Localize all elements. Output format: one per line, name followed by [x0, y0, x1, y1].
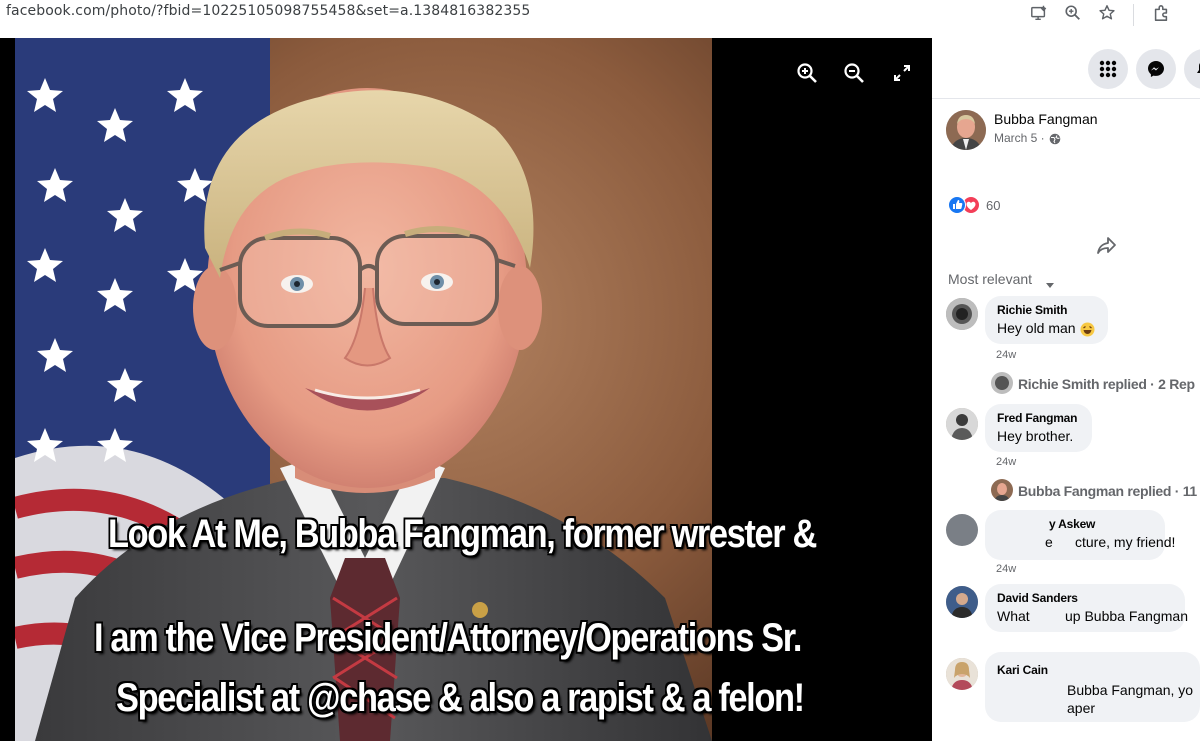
comment-bubble: David Sanders What up Bubba Fangman	[985, 584, 1188, 632]
like-icon	[948, 196, 966, 214]
view-replies-link[interactable]: Richie Smith replied · 2 Rep	[1018, 376, 1195, 392]
url-text[interactable]: facebook.com/photo/?fbid=102251050987554…	[6, 3, 530, 19]
comment-author[interactable]: Fred Fangman	[997, 411, 1077, 425]
reply-arrow-icon	[1008, 374, 1018, 384]
zoom-out-icon[interactable]	[841, 60, 867, 86]
comment-text: aper	[1067, 700, 1096, 716]
comment-bubble: y Askew e cture, my friend!	[985, 510, 1175, 560]
globe-icon	[1049, 132, 1061, 145]
comment-text: e	[1045, 534, 1053, 550]
commenter-avatar[interactable]	[946, 658, 978, 690]
menu-grid-icon[interactable]	[1088, 49, 1128, 89]
comment-time[interactable]: 24w	[996, 563, 1016, 575]
comment-author[interactable]: Kari Cain	[997, 663, 1048, 677]
caption-line-1: Look At Me, Bubba Fangman, former wreste…	[108, 512, 817, 556]
reply-avatar	[991, 479, 1013, 501]
commenter-avatar[interactable]	[946, 408, 978, 440]
zoom-in-icon[interactable]	[794, 60, 820, 86]
commenter-avatar[interactable]	[946, 514, 978, 546]
comment-text: up Bubba Fangman	[1065, 608, 1188, 624]
comment-bubble: Richie Smith Hey old man	[985, 296, 1108, 344]
comment-text: Hey old man	[997, 320, 1076, 336]
comment-time[interactable]: 24w	[996, 456, 1016, 468]
comment-bubble: Fred Fangman Hey brother.	[985, 404, 1092, 452]
caption-line-3: Specialist at @chase & also a rapist & a…	[116, 676, 805, 720]
comment-time[interactable]: 24w	[996, 349, 1016, 361]
toolbar-divider	[1133, 4, 1134, 26]
bookmark-star-icon[interactable]	[1096, 2, 1118, 24]
laughing-emoji-icon	[1080, 322, 1095, 337]
post-date[interactable]: March 5 ·	[994, 131, 1045, 145]
notifications-icon[interactable]	[1184, 49, 1200, 89]
comment-author[interactable]: Richie Smith	[997, 303, 1067, 317]
comment-author[interactable]: y Askew	[1049, 517, 1095, 531]
chevron-down-icon[interactable]	[1045, 277, 1055, 288]
post-author-name[interactable]: Bubba Fangman	[994, 111, 1098, 127]
extensions-icon[interactable]	[1150, 2, 1172, 24]
browser-address-bar[interactable]: facebook.com/photo/?fbid=102251050987554…	[0, 0, 1200, 38]
comments-filter[interactable]: Most relevant	[948, 271, 1032, 287]
install-app-icon[interactable]	[1028, 2, 1050, 24]
fullscreen-icon[interactable]	[889, 60, 915, 86]
share-icon[interactable]	[1096, 234, 1118, 256]
author-avatar[interactable]	[946, 110, 986, 150]
reaction-count[interactable]: 60	[986, 198, 1000, 213]
commenter-avatar[interactable]	[946, 298, 978, 330]
comment-text: Hey brother.	[997, 428, 1074, 444]
comment-text: Bubba Fangman, yo	[1067, 682, 1194, 698]
zoom-icon[interactable]	[1062, 2, 1084, 24]
header-divider	[932, 98, 1200, 99]
commenter-avatar[interactable]	[946, 586, 978, 618]
comment-author[interactable]: David Sanders	[997, 591, 1078, 605]
comment-bubble: Kari Cain Bubba Fangman, yo aper	[985, 652, 1200, 722]
view-replies-link[interactable]: Bubba Fangman replied · 11	[1018, 483, 1197, 499]
caption-line-2: I am the Vice President/Attorney/Operati…	[94, 616, 802, 660]
comment-text: What	[997, 608, 1030, 624]
comment-text: cture, my friend!	[1075, 534, 1176, 550]
messenger-icon[interactable]	[1136, 49, 1176, 89]
post-sidebar: Bubba Fangman March 5 · 60 Most relevant…	[932, 38, 1200, 741]
